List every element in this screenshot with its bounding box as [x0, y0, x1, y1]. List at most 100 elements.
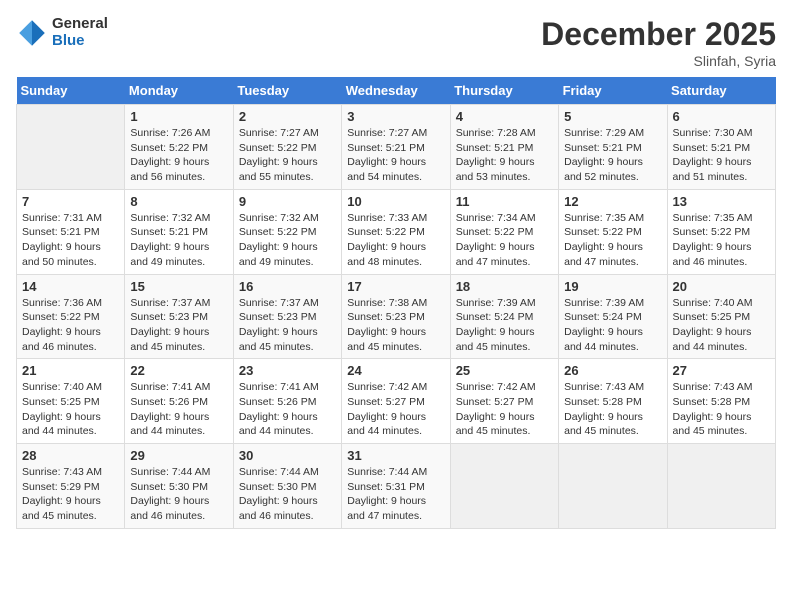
day-info: Sunrise: 7:44 AM Sunset: 5:30 PM Dayligh…: [130, 465, 227, 524]
calendar-cell: 28 Sunrise: 7:43 AM Sunset: 5:29 PM Dayli…: [17, 444, 125, 529]
calendar-table: SundayMondayTuesdayWednesdayThursdayFrid…: [16, 77, 776, 529]
calendar-week-row: 14Sunrise: 7:36 AM Sunset: 5:22 PM Dayli…: [17, 274, 776, 359]
day-info: Sunrise: 7:41 AM Sunset: 5:26 PM Dayligh…: [130, 380, 227, 439]
day-info: Sunrise: 7:42 AM Sunset: 5:27 PM Dayligh…: [347, 380, 444, 439]
day-info: Sunrise: 7:39 AM Sunset: 5:24 PM Dayligh…: [564, 296, 661, 355]
day-info: Sunrise: 7:43 AM Sunset: 5:28 PM Dayligh…: [673, 380, 770, 439]
day-info: Sunrise: 7:31 AM Sunset: 5:21 PM Dayligh…: [22, 211, 119, 270]
day-info: Sunrise: 7:30 AM Sunset: 5:21 PM Dayligh…: [673, 126, 770, 185]
day-number: 29: [130, 448, 227, 463]
weekday-header-tuesday: Tuesday: [233, 77, 341, 105]
day-number: 23: [239, 363, 336, 378]
calendar-cell: 13 Sunrise: 7:35 AM Sunset: 5:22 PM Dayli…: [667, 189, 775, 274]
calendar-cell: 21 Sunrise: 7:40 AM Sunset: 5:25 PM Dayli…: [17, 359, 125, 444]
calendar-cell: 6Sunrise: 7:30 AM Sunset: 5:21 PM Daylig…: [667, 105, 775, 190]
day-number: 18: [456, 279, 553, 294]
day-number: 3: [347, 109, 444, 124]
day-info: Sunrise: 7:38 AM Sunset: 5:23 PM Dayligh…: [347, 296, 444, 355]
day-number: 9: [239, 194, 336, 209]
calendar-cell: [17, 105, 125, 190]
day-info: Sunrise: 7:32 AM Sunset: 5:22 PM Dayligh…: [239, 211, 336, 270]
day-info: Sunrise: 7:32 AM Sunset: 5:21 PM Dayligh…: [130, 211, 227, 270]
day-number: 21: [22, 363, 119, 378]
day-info: Sunrise: 7:37 AM Sunset: 5:23 PM Dayligh…: [130, 296, 227, 355]
calendar-cell: [667, 444, 775, 529]
logo-icon: [16, 17, 48, 49]
logo-text: General Blue: [52, 16, 108, 49]
day-number: 10: [347, 194, 444, 209]
day-info: Sunrise: 7:36 AM Sunset: 5:22 PM Dayligh…: [22, 296, 119, 355]
day-number: 15: [130, 279, 227, 294]
calendar-cell: 3Sunrise: 7:27 AM Sunset: 5:21 PM Daylig…: [342, 105, 450, 190]
calendar-cell: 23 Sunrise: 7:41 AM Sunset: 5:26 PM Dayli…: [233, 359, 341, 444]
calendar-cell: 15 Sunrise: 7:37 AM Sunset: 5:23 PM Dayli…: [125, 274, 233, 359]
calendar-cell: 17 Sunrise: 7:38 AM Sunset: 5:23 PM Dayli…: [342, 274, 450, 359]
weekday-header-monday: Monday: [125, 77, 233, 105]
weekday-header-thursday: Thursday: [450, 77, 558, 105]
calendar-cell: 20 Sunrise: 7:40 AM Sunset: 5:25 PM Dayli…: [667, 274, 775, 359]
day-number: 5: [564, 109, 661, 124]
day-info: Sunrise: 7:26 AM Sunset: 5:22 PM Dayligh…: [130, 126, 227, 185]
day-info: Sunrise: 7:40 AM Sunset: 5:25 PM Dayligh…: [22, 380, 119, 439]
day-info: Sunrise: 7:37 AM Sunset: 5:23 PM Dayligh…: [239, 296, 336, 355]
day-info: Sunrise: 7:42 AM Sunset: 5:27 PM Dayligh…: [456, 380, 553, 439]
calendar-cell: 11 Sunrise: 7:34 AM Sunset: 5:22 PM Dayli…: [450, 189, 558, 274]
day-number: 28: [22, 448, 119, 463]
calendar-cell: 26Sunrise: 7:43 AM Sunset: 5:28 PM Dayli…: [559, 359, 667, 444]
title-block: December 2025 Slinfah, Syria: [541, 16, 776, 69]
day-number: 22: [130, 363, 227, 378]
page-header: General Blue December 2025 Slinfah, Syri…: [16, 16, 776, 69]
day-number: 1: [130, 109, 227, 124]
calendar-week-row: 28 Sunrise: 7:43 AM Sunset: 5:29 PM Dayli…: [17, 444, 776, 529]
day-number: 27: [673, 363, 770, 378]
day-number: 26: [564, 363, 661, 378]
day-number: 16: [239, 279, 336, 294]
calendar-cell: 5Sunrise: 7:29 AM Sunset: 5:21 PM Daylig…: [559, 105, 667, 190]
day-info: Sunrise: 7:33 AM Sunset: 5:22 PM Dayligh…: [347, 211, 444, 270]
day-number: 4: [456, 109, 553, 124]
day-info: Sunrise: 7:39 AM Sunset: 5:24 PM Dayligh…: [456, 296, 553, 355]
day-number: 17: [347, 279, 444, 294]
day-info: Sunrise: 7:34 AM Sunset: 5:22 PM Dayligh…: [456, 211, 553, 270]
day-info: Sunrise: 7:27 AM Sunset: 5:22 PM Dayligh…: [239, 126, 336, 185]
day-number: 12: [564, 194, 661, 209]
day-info: Sunrise: 7:41 AM Sunset: 5:26 PM Dayligh…: [239, 380, 336, 439]
location-subtitle: Slinfah, Syria: [541, 53, 776, 69]
calendar-cell: 16 Sunrise: 7:37 AM Sunset: 5:23 PM Dayli…: [233, 274, 341, 359]
calendar-cell: 25 Sunrise: 7:42 AM Sunset: 5:27 PM Dayli…: [450, 359, 558, 444]
calendar-cell: 10 Sunrise: 7:33 AM Sunset: 5:22 PM Dayli…: [342, 189, 450, 274]
calendar-week-row: 1 Sunrise: 7:26 AM Sunset: 5:22 PM Daylig…: [17, 105, 776, 190]
day-number: 31: [347, 448, 444, 463]
weekday-header-friday: Friday: [559, 77, 667, 105]
day-info: Sunrise: 7:35 AM Sunset: 5:22 PM Dayligh…: [564, 211, 661, 270]
weekday-header-wednesday: Wednesday: [342, 77, 450, 105]
weekday-header-row: SundayMondayTuesdayWednesdayThursdayFrid…: [17, 77, 776, 105]
day-number: 25: [456, 363, 553, 378]
month-title: December 2025: [541, 16, 776, 53]
calendar-cell: 27 Sunrise: 7:43 AM Sunset: 5:28 PM Dayli…: [667, 359, 775, 444]
day-number: 20: [673, 279, 770, 294]
calendar-cell: [450, 444, 558, 529]
calendar-cell: 31Sunrise: 7:44 AM Sunset: 5:31 PM Dayli…: [342, 444, 450, 529]
calendar-week-row: 7Sunrise: 7:31 AM Sunset: 5:21 PM Daylig…: [17, 189, 776, 274]
day-info: Sunrise: 7:35 AM Sunset: 5:22 PM Dayligh…: [673, 211, 770, 270]
day-number: 11: [456, 194, 553, 209]
calendar-cell: 2 Sunrise: 7:27 AM Sunset: 5:22 PM Daylig…: [233, 105, 341, 190]
calendar-cell: 14Sunrise: 7:36 AM Sunset: 5:22 PM Dayli…: [17, 274, 125, 359]
calendar-cell: 18 Sunrise: 7:39 AM Sunset: 5:24 PM Dayli…: [450, 274, 558, 359]
day-number: 2: [239, 109, 336, 124]
day-number: 30: [239, 448, 336, 463]
day-info: Sunrise: 7:43 AM Sunset: 5:29 PM Dayligh…: [22, 465, 119, 524]
calendar-cell: 1 Sunrise: 7:26 AM Sunset: 5:22 PM Daylig…: [125, 105, 233, 190]
day-number: 8: [130, 194, 227, 209]
calendar-cell: 30Sunrise: 7:44 AM Sunset: 5:30 PM Dayli…: [233, 444, 341, 529]
calendar-cell: 22 Sunrise: 7:41 AM Sunset: 5:26 PM Dayli…: [125, 359, 233, 444]
calendar-cell: 24Sunrise: 7:42 AM Sunset: 5:27 PM Dayli…: [342, 359, 450, 444]
calendar-cell: 8 Sunrise: 7:32 AM Sunset: 5:21 PM Daylig…: [125, 189, 233, 274]
day-number: 13: [673, 194, 770, 209]
calendar-week-row: 21 Sunrise: 7:40 AM Sunset: 5:25 PM Dayli…: [17, 359, 776, 444]
day-info: Sunrise: 7:40 AM Sunset: 5:25 PM Dayligh…: [673, 296, 770, 355]
calendar-cell: 19Sunrise: 7:39 AM Sunset: 5:24 PM Dayli…: [559, 274, 667, 359]
weekday-header-saturday: Saturday: [667, 77, 775, 105]
logo: General Blue: [16, 16, 108, 49]
